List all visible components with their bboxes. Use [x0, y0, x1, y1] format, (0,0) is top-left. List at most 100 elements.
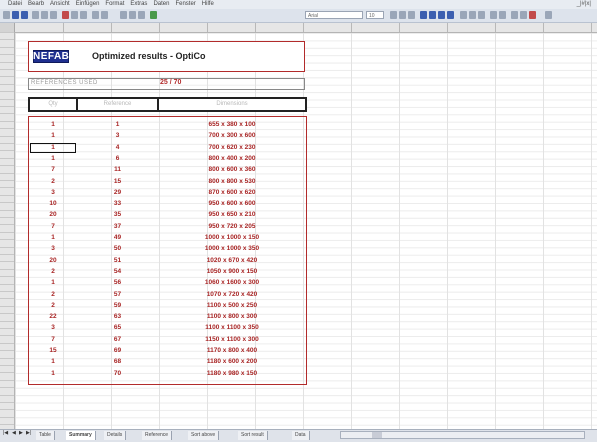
- column-divider[interactable]: [399, 23, 400, 32]
- copy-icon[interactable]: [71, 11, 78, 19]
- column-divider[interactable]: [255, 23, 256, 32]
- row-divider[interactable]: [0, 61, 14, 63]
- bold-icon[interactable]: [390, 11, 397, 19]
- window-controls[interactable]: _|#|x|: [577, 0, 591, 9]
- row-divider[interactable]: [0, 350, 14, 352]
- row-divider[interactable]: [0, 268, 14, 270]
- row-divider[interactable]: [0, 416, 14, 418]
- row-divider[interactable]: [0, 98, 14, 100]
- row-divider[interactable]: [0, 328, 14, 329]
- row-divider[interactable]: [0, 291, 14, 292]
- column-divider[interactable]: [303, 23, 304, 32]
- font-color-icon[interactable]: [529, 11, 536, 19]
- prev-sheet-icon[interactable]: ◀: [12, 430, 16, 436]
- font-size-select[interactable]: 10: [366, 11, 384, 19]
- column-divider[interactable]: [543, 23, 544, 32]
- column-divider[interactable]: [159, 23, 160, 32]
- row-divider[interactable]: [0, 120, 14, 122]
- row-divider[interactable]: [0, 276, 14, 278]
- redo-icon[interactable]: [101, 11, 108, 19]
- row-divider[interactable]: [0, 231, 14, 233]
- save-icon[interactable]: [21, 11, 28, 19]
- column-divider[interactable]: [111, 23, 112, 32]
- italic-icon[interactable]: [399, 11, 406, 19]
- menu-item[interactable]: Daten: [153, 1, 169, 7]
- outdent-icon[interactable]: [499, 11, 506, 19]
- row-divider[interactable]: [0, 180, 14, 181]
- row-divider[interactable]: [0, 394, 14, 396]
- print-icon[interactable]: [32, 11, 39, 19]
- sheet-tab[interactable]: Data: [292, 431, 310, 440]
- menu-item[interactable]: Fenster: [175, 1, 195, 7]
- percent-icon[interactable]: [469, 11, 476, 19]
- row-divider[interactable]: [0, 239, 14, 241]
- column-divider[interactable]: [591, 23, 592, 32]
- align-right-icon[interactable]: [438, 11, 445, 19]
- menu-item[interactable]: Hilfe: [202, 1, 214, 7]
- menu-item[interactable]: Bearb: [28, 1, 44, 7]
- font-select[interactable]: Arial: [305, 11, 363, 19]
- cut-icon[interactable]: [62, 11, 69, 19]
- row-divider[interactable]: [0, 113, 14, 115]
- sheet-tab[interactable]: Sort result: [238, 431, 268, 440]
- row-divider[interactable]: [0, 69, 14, 70]
- select-all-corner[interactable]: [0, 23, 15, 32]
- sheet-tab[interactable]: Table: [36, 431, 55, 440]
- row-divider[interactable]: [0, 202, 14, 204]
- row-divider[interactable]: [0, 261, 14, 263]
- column-divider[interactable]: [63, 23, 64, 32]
- sheet-tab[interactable]: Details: [104, 431, 127, 440]
- row-divider[interactable]: [0, 298, 14, 300]
- last-sheet-icon[interactable]: ▶|: [26, 430, 31, 436]
- row-divider[interactable]: [0, 83, 14, 85]
- row-divider[interactable]: [0, 46, 14, 48]
- row-divider[interactable]: [0, 135, 14, 137]
- row-divider[interactable]: [0, 106, 14, 107]
- column-divider[interactable]: [495, 23, 496, 32]
- more-icon[interactable]: [545, 11, 552, 19]
- row-divider[interactable]: [0, 379, 14, 381]
- row-divider[interactable]: [0, 246, 14, 248]
- row-divider[interactable]: [0, 254, 14, 255]
- chart-icon[interactable]: [150, 11, 157, 19]
- row-divider[interactable]: [0, 409, 14, 411]
- menu-item[interactable]: Datei: [8, 1, 22, 7]
- active-cell-cursor[interactable]: [30, 143, 76, 153]
- spellcheck-icon[interactable]: [50, 11, 57, 19]
- column-divider[interactable]: [351, 23, 352, 32]
- menu-item[interactable]: Einfügen: [76, 1, 100, 7]
- sort-asc-icon[interactable]: [129, 11, 136, 19]
- row-divider[interactable]: [0, 128, 14, 130]
- row-divider[interactable]: [0, 91, 14, 93]
- row-divider[interactable]: [0, 357, 14, 359]
- menu-item[interactable]: Extras: [130, 1, 147, 7]
- new-file-icon[interactable]: [3, 11, 10, 19]
- row-divider[interactable]: [0, 372, 14, 374]
- currency-icon[interactable]: [460, 11, 467, 19]
- row-divider[interactable]: [0, 424, 14, 426]
- row-divider[interactable]: [0, 402, 14, 403]
- sheet-tab[interactable]: Reference: [142, 431, 173, 440]
- row-divider[interactable]: [0, 365, 14, 366]
- row-divider[interactable]: [0, 157, 14, 159]
- row-divider[interactable]: [0, 224, 14, 226]
- row-divider[interactable]: [0, 150, 14, 152]
- row-divider[interactable]: [0, 320, 14, 322]
- row-divider[interactable]: [0, 313, 14, 315]
- row-divider[interactable]: [0, 209, 14, 211]
- sheet-tab[interactable]: Sort above: [188, 431, 220, 440]
- row-divider[interactable]: [0, 143, 14, 144]
- align-left-icon[interactable]: [420, 11, 427, 19]
- row-divider[interactable]: [0, 335, 14, 337]
- preview-icon[interactable]: [41, 11, 48, 19]
- row-divider[interactable]: [0, 172, 14, 174]
- align-center-icon[interactable]: [429, 11, 436, 19]
- menu-item[interactable]: Ansicht: [50, 1, 70, 7]
- column-divider[interactable]: [207, 23, 208, 32]
- row-divider[interactable]: [0, 283, 14, 285]
- undo-icon[interactable]: [92, 11, 99, 19]
- first-sheet-icon[interactable]: |◀: [3, 430, 8, 436]
- open-file-icon[interactable]: [12, 11, 19, 19]
- paste-icon[interactable]: [80, 11, 87, 19]
- row-divider[interactable]: [0, 76, 14, 78]
